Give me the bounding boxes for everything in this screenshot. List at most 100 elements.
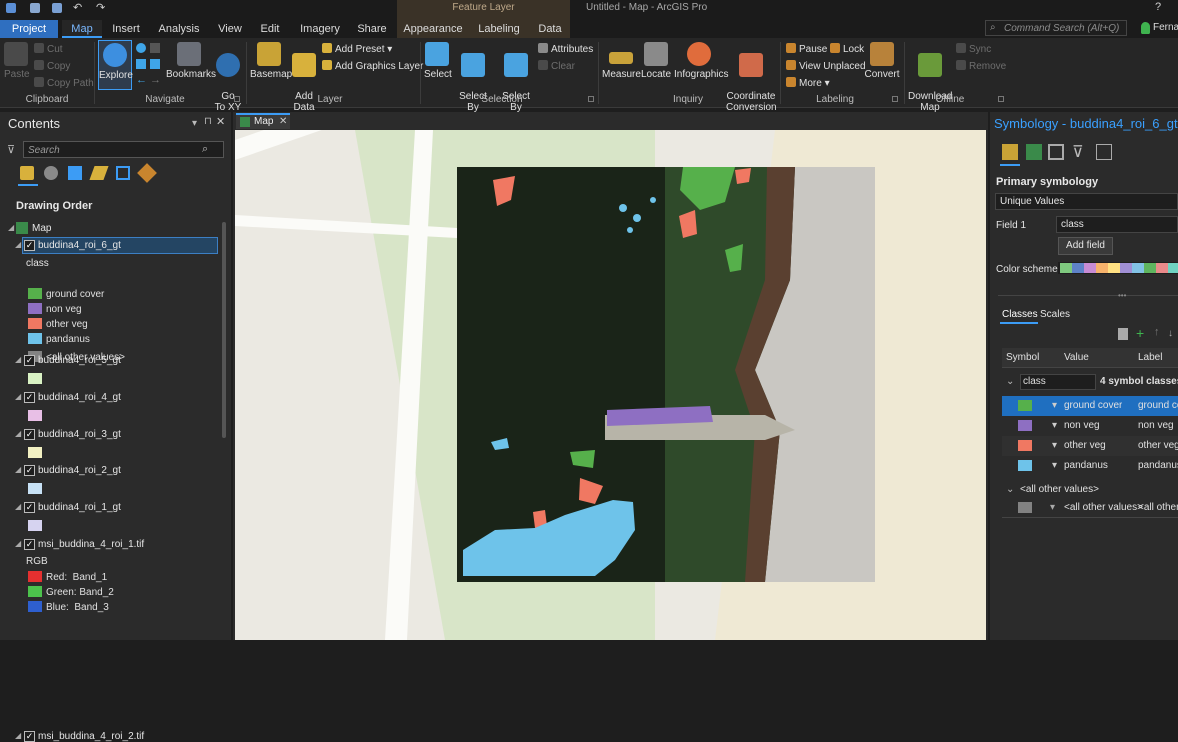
remove-button[interactable]: Remove <box>956 60 1006 72</box>
tab-project[interactable]: Project <box>0 20 58 38</box>
field1-select[interactable]: class <box>1056 216 1178 233</box>
expand-map-icon[interactable]: ◢ <box>8 223 14 232</box>
collapse-icon[interactable]: ◢ <box>15 502 21 511</box>
tab-classes[interactable]: Classes <box>1002 309 1038 320</box>
collapse-icon[interactable]: ◢ <box>15 465 21 474</box>
group-heading-input[interactable]: class <box>1020 374 1096 390</box>
copy-button[interactable]: Copy <box>34 60 70 72</box>
tab-analysis[interactable]: Analysis <box>154 20 204 38</box>
band-swatch[interactable] <box>28 571 42 582</box>
layer-visibility-checkbox[interactable]: ✓ <box>24 240 35 251</box>
close-icon[interactable]: ✕ <box>279 116 287 127</box>
legend-swatch[interactable] <box>28 303 42 314</box>
lock-labels-button[interactable]: Lock <box>830 43 864 55</box>
legend-swatch[interactable] <box>28 483 42 494</box>
column-label[interactable]: Label <box>1138 348 1162 368</box>
class-label[interactable]: ground co <box>1138 396 1178 416</box>
back-arrow-icon[interactable]: ← <box>136 74 147 86</box>
tab-map-view[interactable]: Map ✕ <box>236 113 290 129</box>
collapse-icon[interactable]: ◢ <box>15 731 21 740</box>
infographics-button[interactable]: Infographics <box>674 42 728 80</box>
class-value[interactable]: <all other values> <box>1064 498 1143 518</box>
grid-icon[interactable] <box>1048 144 1064 160</box>
class-label[interactable]: other veg <box>1138 436 1178 456</box>
legend-swatch[interactable] <box>28 410 42 421</box>
layer-visibility-checkbox[interactable]: ✓ <box>24 731 35 742</box>
command-search[interactable]: ⌕ Command Search (Alt+Q) <box>985 20 1127 36</box>
basemap-button[interactable]: Basemap <box>250 42 292 80</box>
more-options-icon[interactable]: ↓ <box>1168 328 1173 339</box>
zoom-in-icon[interactable] <box>136 59 146 69</box>
coordinate-conversion-button[interactable]: Coordinate Conversion <box>726 42 777 113</box>
class-value[interactable]: non veg <box>1064 416 1100 436</box>
layer-name[interactable]: buddina4_roi_6_gt <box>38 240 121 251</box>
symbol-swatch[interactable] <box>1018 420 1032 431</box>
navigate-small-tools[interactable]: ← → <box>136 43 162 86</box>
add-all-values-icon[interactable] <box>1118 328 1128 340</box>
layer-visibility-checkbox[interactable]: ✓ <box>24 392 35 403</box>
pin-icon[interactable]: ⊓ <box>204 116 212 127</box>
class-row[interactable]: ▾ pandanus pandanus <box>1002 456 1178 476</box>
tab-imagery[interactable]: Imagery <box>296 20 344 38</box>
dropdown-icon[interactable]: ▾ <box>1052 416 1057 436</box>
class-value[interactable]: other veg <box>1064 436 1106 456</box>
legend-swatch[interactable] <box>28 318 42 329</box>
fixed-zoom-icon[interactable] <box>150 43 160 53</box>
more-button[interactable]: More ▾ <box>786 77 830 89</box>
collapse-icon[interactable]: ◢ <box>15 240 21 249</box>
selection-launcher-icon[interactable] <box>588 96 594 102</box>
selection-view-icon[interactable] <box>68 166 82 180</box>
class-value[interactable]: ground cover <box>1064 396 1122 416</box>
select-button[interactable]: Select <box>424 42 452 80</box>
layer-name[interactable]: msi_buddina_4_roi_1.tif <box>38 539 144 550</box>
symbol-swatch[interactable] <box>1018 502 1032 513</box>
tab-view[interactable]: View <box>213 20 247 38</box>
cut-button[interactable]: Cut <box>34 43 63 55</box>
add-graphics-layer-button[interactable]: Add Graphics Layer <box>322 60 423 72</box>
dropdown-icon[interactable]: ▾ <box>1052 456 1057 476</box>
symbology-method-select[interactable]: Unique Values <box>995 193 1178 210</box>
forward-arrow-icon[interactable]: → <box>150 74 161 86</box>
explore-button[interactable]: Explore <box>98 40 133 90</box>
user-name[interactable]: Fernan <box>1153 22 1178 33</box>
band-swatch[interactable] <box>28 601 42 612</box>
undo-icon[interactable]: ↶ <box>73 1 82 14</box>
layer-name[interactable]: buddina4_roi_3_gt <box>38 429 121 440</box>
dropdown-icon[interactable]: ▾ <box>1052 436 1057 456</box>
contents-search-input[interactable]: Search ⌕ <box>23 141 224 158</box>
layer-name[interactable]: buddina4_roi_1_gt <box>38 502 121 513</box>
collapse-chevron-icon[interactable]: ⌄ <box>1006 480 1014 500</box>
dropdown-icon[interactable]: ▾ <box>1052 396 1057 416</box>
close-icon[interactable]: ✕ <box>216 115 225 128</box>
layer-name[interactable]: msi_buddina_4_roi_2.tif <box>38 731 144 742</box>
collapse-icon[interactable]: ◢ <box>15 539 21 548</box>
map-canvas[interactable] <box>235 130 986 640</box>
tab-insert[interactable]: Insert <box>106 20 146 38</box>
pane-menu-icon[interactable]: ▾ <box>192 118 197 129</box>
sync-button[interactable]: Sync <box>956 43 991 55</box>
layer-visibility-checkbox[interactable]: ✓ <box>24 502 35 513</box>
color-scheme-select[interactable] <box>1058 262 1178 274</box>
go-to-xy-button[interactable]: Go To XY <box>214 42 242 113</box>
tab-map[interactable]: Map <box>62 20 102 38</box>
collapse-icon[interactable]: ◢ <box>15 355 21 364</box>
full-extent-icon[interactable] <box>136 43 146 53</box>
add-preset-button[interactable]: Add Preset ▾ <box>322 43 392 55</box>
display-filter-icon[interactable] <box>1096 144 1112 160</box>
legend-swatch[interactable] <box>28 333 42 344</box>
class-row[interactable]: ▾ other veg other veg <box>1002 436 1178 456</box>
layer-visibility-checkbox[interactable]: ✓ <box>24 429 35 440</box>
drawing-order-icon[interactable] <box>20 166 34 180</box>
class-row[interactable]: ▾ non veg non veg <box>1002 416 1178 436</box>
collapse-icon[interactable]: ◢ <box>15 392 21 401</box>
open-project-icon[interactable] <box>6 3 16 13</box>
tab-data[interactable]: Data <box>532 20 568 38</box>
navigate-launcher-icon[interactable] <box>234 96 240 102</box>
splitter-grip-icon[interactable]: ••• <box>1118 291 1126 300</box>
attributes-button[interactable]: Attributes <box>538 43 593 55</box>
zoom-out-icon[interactable] <box>150 59 160 69</box>
locate-button[interactable]: Locate <box>640 42 672 80</box>
dropdown-icon[interactable]: ▾ <box>1050 498 1055 518</box>
view-unplaced-button[interactable]: View Unplaced <box>786 60 866 72</box>
tab-appearance[interactable]: Appearance <box>402 20 464 38</box>
